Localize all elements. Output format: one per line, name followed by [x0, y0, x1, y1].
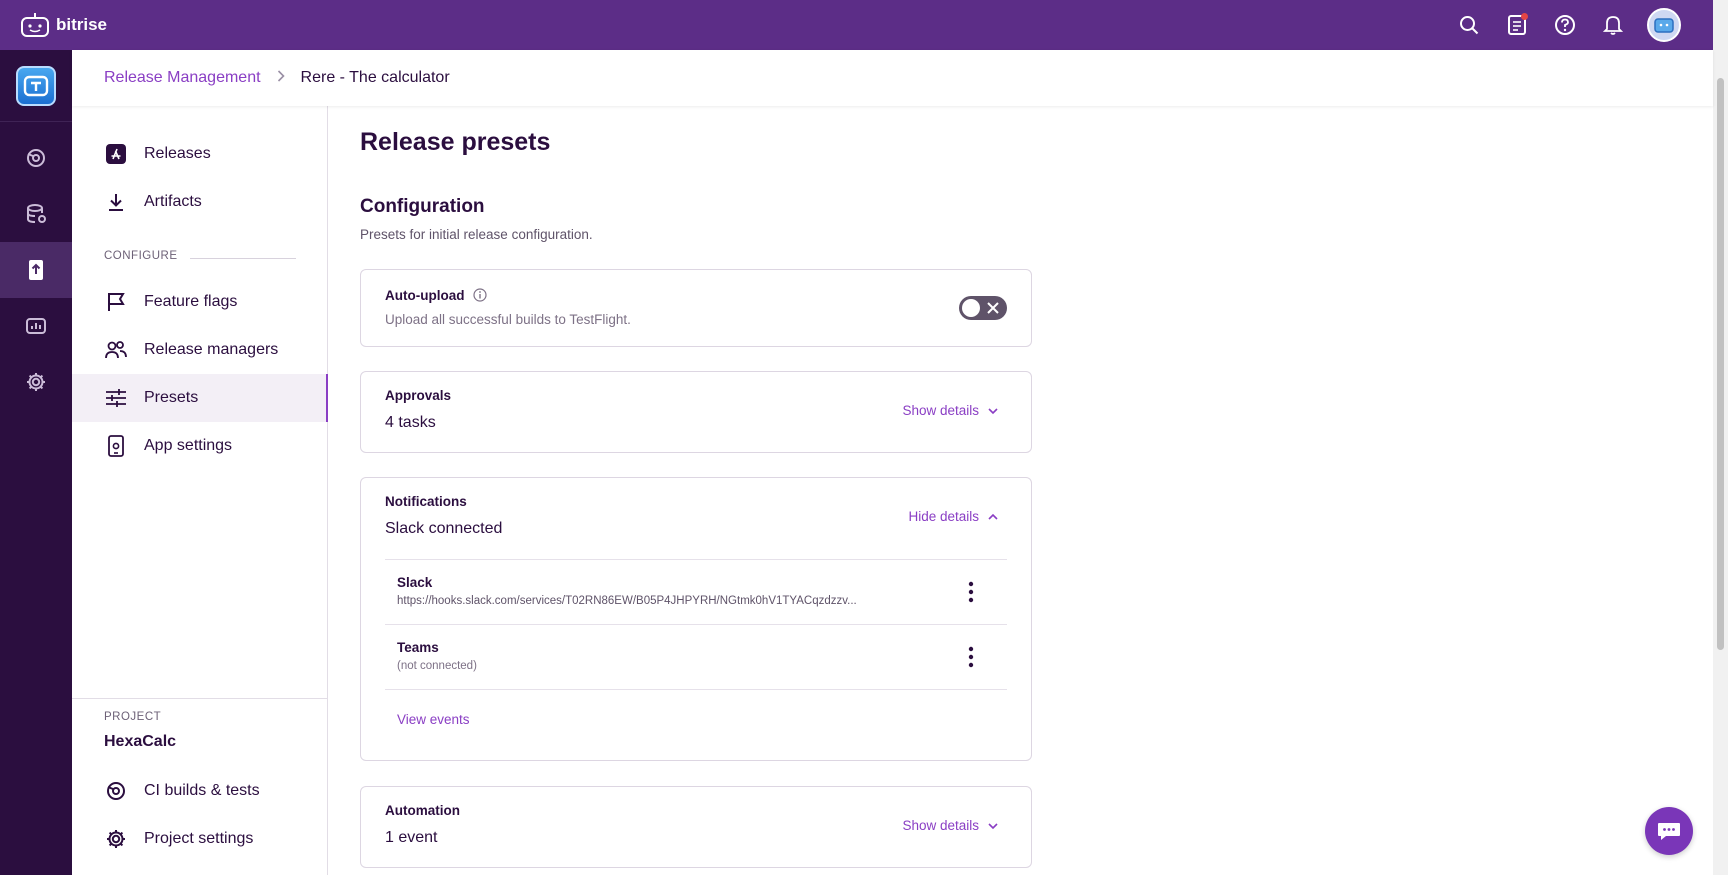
download-icon — [104, 190, 128, 214]
notifications-hide-details-button[interactable]: Hide details — [908, 509, 999, 524]
integration-name: Slack — [397, 575, 433, 590]
gear-icon — [104, 827, 128, 851]
info-icon[interactable] — [473, 288, 487, 305]
page-scrollbar[interactable] — [1713, 0, 1728, 875]
sidebar-item-label: Release managers — [144, 341, 279, 358]
brand-name: bitrise — [56, 15, 108, 34]
scrollbar-thumb[interactable] — [1717, 78, 1724, 650]
section-description: Presets for initial release configuratio… — [360, 227, 593, 242]
project-section-label: PROJECT — [104, 711, 162, 723]
bell-icon[interactable] — [1599, 11, 1627, 39]
sidebar-item-ci-builds[interactable]: CI builds & tests — [72, 767, 328, 815]
chevron-up-icon — [987, 509, 999, 524]
avatar[interactable] — [1647, 8, 1681, 42]
changelog-icon[interactable] — [1503, 11, 1531, 39]
app-store-icon — [104, 142, 128, 166]
sidebar-item-presets[interactable]: Presets — [72, 374, 328, 422]
auto-upload-toggle[interactable] — [959, 296, 1007, 320]
project-name: HexaCalc — [104, 733, 177, 750]
integration-name: Teams — [397, 640, 439, 655]
more-vertical-icon[interactable] — [959, 645, 983, 669]
auto-upload-description: Upload all successful builds to TestFlig… — [385, 312, 631, 327]
notifications-value: Slack connected — [385, 520, 503, 537]
integration-slack: Slack https://hooks.slack.com/services/T… — [385, 559, 1007, 624]
configure-section-label: CONFIGURE — [104, 250, 178, 262]
integration-divider — [385, 689, 1007, 690]
automation-label: Automation — [385, 803, 460, 818]
integration-status: (not connected) — [397, 660, 477, 672]
rail-insights-icon[interactable] — [0, 298, 72, 354]
approvals-label: Approvals — [385, 388, 452, 403]
sidebar-item-label: Feature flags — [144, 293, 238, 310]
hide-details-label: Hide details — [908, 509, 979, 524]
automation-card: Automation 1 event Show details — [360, 786, 1032, 868]
show-details-label: Show details — [902, 403, 979, 418]
sidebar-item-release-managers[interactable]: Release managers — [72, 326, 328, 374]
top-bar: bitrise — [0, 0, 1713, 50]
ci-icon — [104, 779, 128, 803]
sidebar-item-label: Presets — [144, 389, 199, 406]
sidebar-item-feature-flags[interactable]: Feature flags — [72, 278, 328, 326]
sidebar: Releases Artifacts CONFIGURE Feature fla… — [72, 106, 328, 875]
automation-show-details-button[interactable]: Show details — [902, 818, 999, 833]
sidebar-item-releases[interactable]: Releases — [72, 130, 328, 178]
phone-settings-icon — [104, 434, 128, 458]
integration-webhook-url: https://hooks.slack.com/services/T02RN86… — [397, 595, 857, 607]
main-content: Release presets Configuration Presets fo… — [360, 106, 1713, 875]
flag-icon — [104, 290, 128, 314]
bitrise-logo[interactable]: bitrise — [20, 12, 107, 38]
page-title: Release presets — [360, 128, 551, 156]
sidebar-item-label: Releases — [144, 145, 211, 162]
bitrise-logo-icon — [21, 13, 49, 37]
more-vertical-icon[interactable] — [959, 580, 983, 604]
notification-dot — [1521, 13, 1528, 20]
sidebar-item-label: Project settings — [144, 830, 254, 847]
approvals-value: 4 tasks — [385, 414, 436, 431]
auto-upload-label: Auto-upload — [385, 288, 487, 305]
search-icon[interactable] — [1455, 11, 1483, 39]
people-icon — [104, 338, 128, 362]
rail-database-icon[interactable] — [0, 186, 72, 242]
auto-upload-label-text: Auto-upload — [385, 288, 465, 304]
breadcrumb: Release Management Rere - The calculator — [72, 50, 1713, 106]
chevron-down-icon — [987, 403, 999, 418]
show-details-label: Show details — [902, 818, 979, 833]
sidebar-item-label: CI builds & tests — [144, 782, 260, 799]
notifications-label: Notifications — [385, 494, 467, 509]
left-rail — [0, 50, 72, 875]
rail-settings-icon[interactable] — [0, 354, 72, 410]
sliders-icon — [104, 386, 128, 410]
section-divider — [190, 258, 296, 259]
chat-icon — [1658, 823, 1680, 840]
app-switcher[interactable] — [0, 50, 72, 122]
view-events-link[interactable]: View events — [397, 712, 470, 727]
approvals-show-details-button[interactable]: Show details — [902, 403, 999, 418]
app-icon — [16, 65, 56, 106]
chevron-down-icon — [987, 818, 999, 833]
sidebar-item-artifacts[interactable]: Artifacts — [72, 178, 328, 226]
close-icon — [985, 300, 1001, 321]
rail-ci-icon[interactable] — [0, 130, 72, 186]
sidebar-item-project-settings[interactable]: Project settings — [72, 815, 328, 863]
breadcrumb-release-management[interactable]: Release Management — [104, 69, 261, 87]
project-block: PROJECT HexaCalc CI builds & tests Proje… — [72, 698, 328, 848]
sidebar-item-label: App settings — [144, 437, 233, 454]
section-title: Configuration — [360, 196, 485, 217]
chevron-right-icon — [277, 69, 285, 87]
help-icon[interactable] — [1551, 11, 1579, 39]
automation-value: 1 event — [385, 829, 438, 846]
integration-teams: Teams (not connected) — [385, 624, 1007, 689]
chat-support-button[interactable] — [1645, 807, 1693, 855]
approvals-card: Approvals 4 tasks Show details — [360, 371, 1032, 453]
toggle-knob — [962, 299, 980, 317]
avatar-icon — [1654, 18, 1674, 33]
sidebar-item-label: Artifacts — [144, 193, 202, 210]
notifications-card: Notifications Slack connected Hide detai… — [360, 477, 1032, 761]
breadcrumb-current: Rere - The calculator — [300, 69, 450, 86]
sidebar-item-app-settings[interactable]: App settings — [72, 422, 328, 470]
auto-upload-card: Auto-upload Upload all successful builds… — [360, 269, 1032, 347]
rail-release-icon[interactable] — [0, 242, 72, 298]
